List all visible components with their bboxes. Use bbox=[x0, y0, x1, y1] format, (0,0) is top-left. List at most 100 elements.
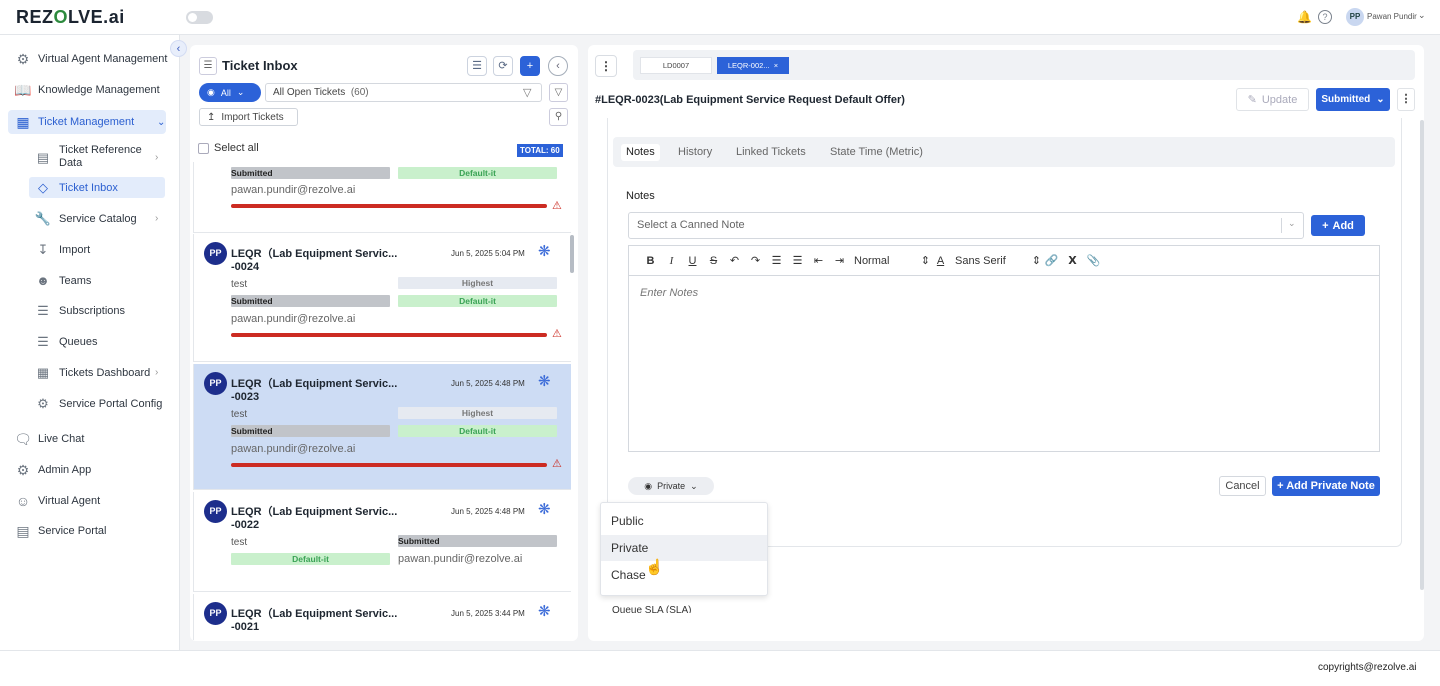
globe-icon: ◉ bbox=[644, 480, 653, 491]
option-private[interactable]: Private bbox=[601, 535, 767, 561]
sidebar-sub-service-catalog[interactable]: 🔧 Service Catalog › bbox=[34, 208, 158, 229]
add-private-note-button[interactable]: + Add Private Note bbox=[1272, 476, 1380, 496]
avatar: PP bbox=[204, 242, 227, 265]
select-all-checkbox[interactable] bbox=[198, 143, 209, 154]
ticket-card[interactable]: PP LEQR（Lab Equipment Servic... -0021 Ju… bbox=[193, 594, 571, 640]
refresh-button[interactable]: ⟳ bbox=[493, 56, 513, 76]
rezolve-logo[interactable]: REZOLVE.ai bbox=[16, 7, 125, 28]
ticket-card[interactable]: Submitted Default-it pawan.pundir@rezolv… bbox=[193, 162, 571, 233]
scope-filter-button[interactable]: ◉ All ⌄ bbox=[199, 83, 261, 102]
chevron-down-icon: ⌄ bbox=[690, 480, 698, 491]
collapse-sidebar-button[interactable]: ‹ bbox=[170, 40, 187, 57]
option-chase[interactable]: Chase bbox=[601, 562, 767, 588]
chevron-down-icon[interactable]: ⌄ bbox=[1288, 218, 1296, 229]
chevron-down-icon: ⌄ bbox=[1376, 94, 1385, 105]
close-icon[interactable]: × bbox=[774, 61, 778, 70]
editor-placeholder: Enter Notes bbox=[640, 287, 699, 299]
sidebar-sub-subscriptions[interactable]: ☰ Subscriptions bbox=[34, 300, 125, 321]
attachment-icon[interactable]: 📎 bbox=[1083, 254, 1104, 267]
ticket-title: LEQR（Lab Equipment Servic... bbox=[231, 506, 398, 518]
sidebar-sub-queues[interactable]: ☰ Queues bbox=[34, 331, 97, 352]
ticket-email: pawan.pundir@rezolve.ai bbox=[398, 553, 523, 565]
ticket-description: test bbox=[231, 409, 248, 420]
status-dropdown[interactable]: Submitted ⌄ bbox=[1316, 88, 1390, 111]
import-tickets-button[interactable]: ↥ Import Tickets bbox=[199, 108, 298, 126]
ticket-number: -0022 bbox=[231, 519, 260, 531]
sidebar-item-admin-app[interactable]: ⚙ Admin App bbox=[14, 458, 91, 482]
chevron-down-icon[interactable]: ⌄ bbox=[1418, 10, 1426, 21]
chevron-down-icon: ⌄ bbox=[157, 116, 166, 128]
sidebar-item-ticket-management[interactable]: ▦ Ticket Management ⌄ bbox=[8, 110, 166, 134]
ticket-number: -0021 bbox=[231, 621, 260, 633]
group-badge: Default-it bbox=[398, 425, 557, 437]
tab-linked-tickets[interactable]: Linked Tickets bbox=[731, 144, 811, 161]
bullet-list-icon[interactable]: ☰ bbox=[787, 254, 808, 267]
user-avatar[interactable]: PP bbox=[1346, 8, 1364, 26]
bell-icon[interactable]: 🔔 bbox=[1297, 10, 1312, 24]
bulk-edit-button[interactable]: ☰ bbox=[467, 56, 487, 76]
sidebar-item-virtual-agent-management[interactable]: ⚙ Virtual Agent Management bbox=[14, 47, 168, 71]
privacy-dropdown[interactable]: ◉ Private ⌄ bbox=[628, 477, 714, 495]
sidebar-item-virtual-agent[interactable]: ☺ Virtual Agent bbox=[14, 489, 100, 513]
ordered-list-icon[interactable]: ☰ bbox=[766, 254, 787, 267]
undo-icon[interactable]: ↶ bbox=[724, 254, 745, 267]
indent-icon[interactable]: ⇥ bbox=[829, 254, 850, 267]
sidebar-item-knowledge-management[interactable]: 📖 Knowledge Management bbox=[14, 78, 159, 102]
sidebar-item-service-portal[interactable]: ▤ Service Portal bbox=[14, 519, 106, 543]
strikethrough-icon[interactable]: S bbox=[703, 255, 724, 267]
sidebar-sub-import[interactable]: ↧ Import bbox=[34, 239, 91, 260]
tab-state-time[interactable]: State Time (Metric) bbox=[825, 144, 928, 161]
add-canned-note-button[interactable]: + Add bbox=[1311, 215, 1365, 236]
tab-notes[interactable]: Notes bbox=[621, 144, 660, 161]
tab-leqr-0023[interactable]: LEQR-002... × bbox=[717, 57, 789, 74]
status-badge: Submitted bbox=[231, 167, 390, 179]
filter-icon[interactable]: ▽ bbox=[523, 86, 531, 99]
clear-filter-button[interactable]: ▽ bbox=[549, 83, 568, 102]
ticket-date: Jun 5, 2025 3:44 PM bbox=[451, 609, 525, 618]
user-name[interactable]: Pawan Pundir bbox=[1367, 12, 1417, 21]
sidebar-sub-teams[interactable]: ☻ Teams bbox=[34, 270, 91, 291]
notes-editor[interactable] bbox=[628, 245, 1380, 452]
sla-bar bbox=[231, 333, 547, 337]
more-options-button[interactable]: ⋮ bbox=[595, 55, 617, 77]
list-scrollbar[interactable] bbox=[570, 235, 574, 273]
redo-icon[interactable]: ↷ bbox=[745, 254, 766, 267]
priority-badge: Highest bbox=[398, 277, 557, 289]
queue-icon: ☰ bbox=[37, 333, 49, 349]
canned-note-select[interactable]: Select a Canned Note bbox=[628, 212, 1304, 239]
text-color-icon[interactable]: A bbox=[930, 255, 951, 267]
help-icon[interactable]: ? bbox=[1318, 10, 1332, 24]
ticket-view-select[interactable]: All Open Tickets (60) bbox=[265, 83, 542, 102]
more-actions-button[interactable]: ⋮ bbox=[1397, 88, 1415, 111]
sliders-icon: ⚙ bbox=[16, 461, 30, 478]
sidebar-sub-service-portal-config[interactable]: ⚙ Service Portal Config bbox=[34, 393, 162, 414]
group-badge: Default-it bbox=[231, 553, 390, 565]
format-select[interactable]: Normal ⇕ bbox=[854, 254, 930, 268]
list-icon[interactable]: ☰ bbox=[199, 57, 217, 75]
add-ticket-button[interactable]: + bbox=[520, 56, 540, 76]
sidebar-sub-ticket-inbox[interactable]: ◇ Ticket Inbox bbox=[29, 177, 165, 198]
sidebar-sub-ticket-reference-data[interactable]: ▤ Ticket Reference Data › bbox=[34, 143, 159, 171]
italic-icon[interactable]: I bbox=[661, 255, 682, 267]
theme-toggle[interactable] bbox=[186, 11, 213, 24]
detail-scrollbar[interactable] bbox=[1420, 120, 1424, 590]
tab-ld0007[interactable]: LD0007 bbox=[640, 57, 712, 74]
clear-format-icon[interactable]: 𝗫 bbox=[1062, 254, 1083, 267]
option-public[interactable]: Public bbox=[601, 508, 767, 534]
underline-icon[interactable]: U bbox=[682, 255, 703, 267]
cancel-button[interactable]: Cancel bbox=[1219, 476, 1266, 496]
search-button[interactable]: ⚲ bbox=[549, 108, 568, 126]
sidebar-item-live-chat[interactable]: 🗨 Live Chat bbox=[14, 427, 84, 451]
sidebar-sub-tickets-dashboard[interactable]: ▦ Tickets Dashboard › bbox=[34, 362, 159, 383]
update-button[interactable]: ✎ Update bbox=[1236, 88, 1309, 111]
ticket-card[interactable]: PP LEQR（Lab Equipment Servic... -0022 Ju… bbox=[193, 492, 571, 592]
font-select[interactable]: Sans Serif ⇕ bbox=[955, 254, 1041, 268]
outdent-icon[interactable]: ⇤ bbox=[808, 254, 829, 267]
collapse-inbox-button[interactable]: ‹ bbox=[548, 56, 568, 76]
ticket-card-selected[interactable]: PP LEQR（Lab Equipment Servic... -0023 Ju… bbox=[193, 364, 571, 490]
wrench-icon: 🔧 bbox=[34, 210, 52, 226]
tab-history[interactable]: History bbox=[673, 144, 717, 161]
ticket-card[interactable]: PP LEQR（Lab Equipment Servic... -0024 Ju… bbox=[193, 234, 571, 362]
bold-icon[interactable]: B bbox=[640, 255, 661, 267]
link-icon[interactable]: 🔗 bbox=[1041, 254, 1062, 267]
